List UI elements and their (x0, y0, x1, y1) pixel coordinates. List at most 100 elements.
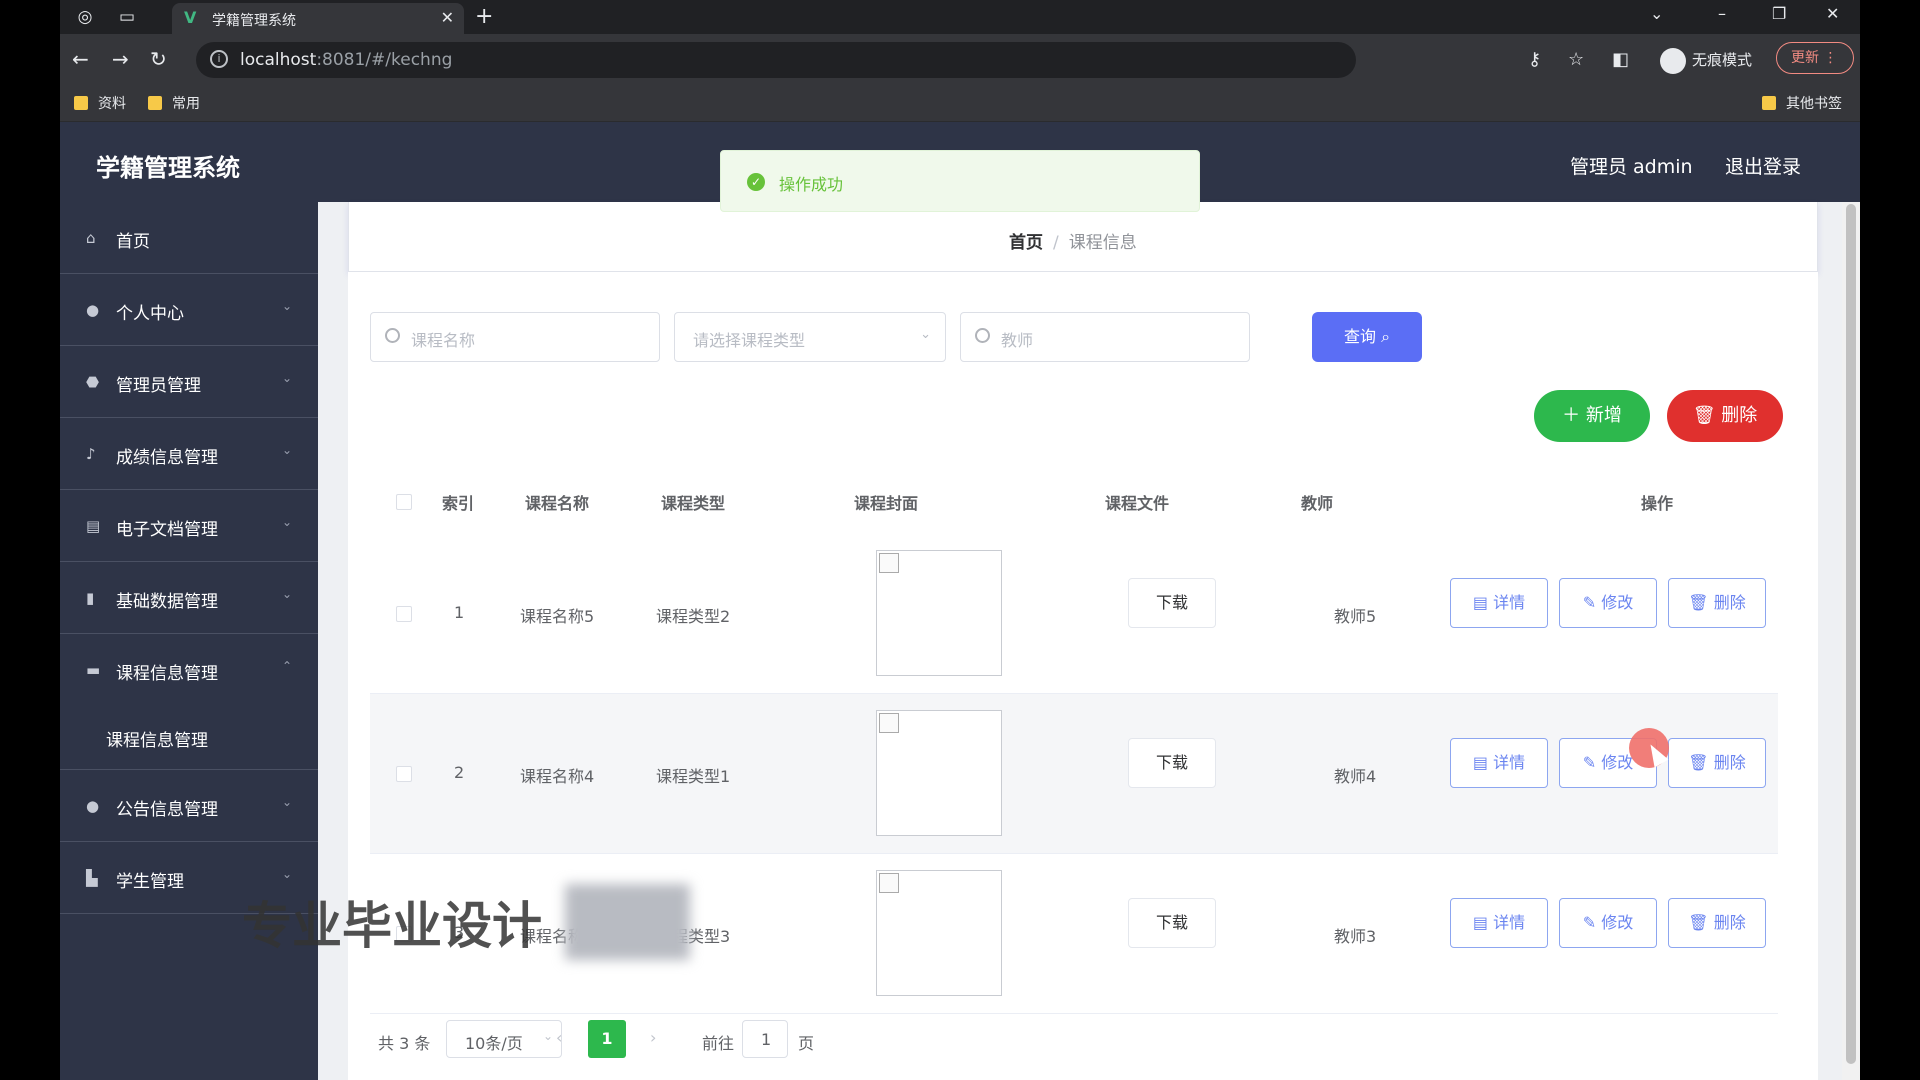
detail-label: 详情 (1493, 593, 1526, 612)
incognito-indicator[interactable]: 无痕模式 (1660, 42, 1752, 78)
query-button[interactable]: 查询 ⌕ (1312, 312, 1422, 362)
download-button[interactable]: 下载 (1128, 738, 1216, 788)
sidebar-item-courses[interactable]: ▬ 课程信息管理 ⌃ (60, 634, 318, 706)
user-icon: ● (86, 301, 100, 319)
back-icon[interactable]: ← (72, 47, 89, 71)
sidebar-item-personal-center[interactable]: ● 个人中心 ⌄ (60, 274, 318, 346)
other-bookmarks-label: 其他书签 (1786, 96, 1842, 112)
row-delete-label: 删除 (1713, 753, 1746, 772)
sidebar-item-base-data[interactable]: ▮ 基础数据管理 ⌄ (60, 562, 318, 634)
new-tab-icon[interactable]: + (475, 4, 493, 29)
logout-link[interactable]: 退出登录 (1725, 152, 1801, 179)
close-window-icon[interactable]: ✕ (1826, 4, 1839, 23)
header-index: 索引 (442, 494, 475, 513)
sidebar-item-home[interactable]: ⌂ 首页 (60, 202, 318, 274)
main-area: 首页 / 课程信息 课程名称 请选择课程类型 ⌄ 教师 查询 ⌕ ＋ 新增 🗑 删除… (318, 202, 1860, 1080)
add-button[interactable]: ＋ 新增 (1534, 390, 1650, 442)
trash-icon: 🗑 (1692, 405, 1716, 426)
search-icon (975, 328, 990, 343)
bookmark-folder-1[interactable]: 常用 (148, 94, 200, 114)
url-host: localhost (240, 50, 317, 70)
goto-label: 前往 (702, 1034, 735, 1053)
course-name-input[interactable]: 课程名称 (370, 312, 660, 362)
chevron-down-icon: ⌄ (281, 299, 292, 313)
browser-tab[interactable]: V 学籍管理系统 ✕ (172, 3, 464, 34)
detail-button[interactable]: ▤ 详情 (1450, 738, 1548, 788)
teacher-input[interactable]: 教师 (960, 312, 1250, 362)
row-checkbox[interactable] (396, 766, 412, 782)
bookmark-folder-0[interactable]: 资料 (74, 94, 126, 114)
delete-button[interactable]: 🗑 删除 (1668, 578, 1766, 628)
batch-delete-button[interactable]: 🗑 删除 (1667, 390, 1783, 442)
table-row: 1 课程名称5 课程类型2 下载 教师5 ▤ 详情 ✎ 修改 🗑 删除 (370, 534, 1778, 694)
course-cover-image (876, 710, 1002, 836)
delete-button[interactable]: 🗑 删除 (1668, 898, 1766, 948)
page-size-select[interactable]: 10条/页 ⌄ (446, 1020, 562, 1058)
sidebar-item-label: 个人中心 (116, 304, 184, 324)
breadcrumb-home[interactable]: 首页 (1009, 233, 1043, 253)
site-info-icon[interactable]: i (210, 50, 228, 68)
edit-label: 修改 (1601, 593, 1634, 612)
screen: ◎ ▭ V 学籍管理系统 ✕ + ⌄ – ❐ ✕ ← → ↻ i localho… (60, 0, 1860, 1080)
sidebar-item-grades[interactable]: ♪ 成绩信息管理 ⌄ (60, 418, 318, 490)
course-type-select[interactable]: 请选择课程类型 ⌄ (674, 312, 946, 362)
header-course-name: 课程名称 (525, 494, 590, 513)
user-icon: ● (86, 797, 100, 815)
header-course-type: 课程类型 (661, 494, 726, 513)
key-icon[interactable]: ⚷ (1528, 49, 1541, 70)
cell-teacher: 教师3 (1334, 927, 1377, 946)
close-tab-icon[interactable]: ✕ (441, 8, 454, 27)
other-bookmarks[interactable]: 其他书签 (1762, 94, 1842, 114)
extension-icon[interactable]: ◎ (74, 6, 96, 28)
header-teacher: 教师 (1301, 494, 1334, 513)
goto-page-input[interactable]: 1 (742, 1020, 788, 1058)
course-cover-image (876, 550, 1002, 676)
cell-course-type: 课程类型2 (656, 607, 731, 626)
update-button[interactable]: 更新 ⋮ (1776, 42, 1854, 74)
star-icon[interactable]: ☆ (1568, 49, 1584, 70)
select-all-checkbox[interactable] (396, 494, 412, 510)
address-toolbar: ← → ↻ i localhost:8081/#/kechng ⚷ ☆ ◧ 无痕… (60, 34, 1860, 86)
update-label: 更新 (1791, 50, 1819, 66)
delete-button[interactable]: 🗑 删除 (1668, 738, 1766, 788)
prev-page-icon[interactable]: ‹ (556, 1028, 562, 1047)
tab-search-icon[interactable]: ▭ (116, 6, 138, 28)
detail-button[interactable]: ▤ 详情 (1450, 898, 1548, 948)
restore-icon[interactable]: ❐ (1772, 4, 1786, 23)
download-button[interactable]: 下载 (1128, 898, 1216, 948)
scrollbar-thumb[interactable] (1846, 204, 1856, 1064)
page-scrollbar[interactable] (1842, 202, 1860, 1080)
edit-button[interactable]: ✎ 修改 (1559, 898, 1657, 948)
next-page-icon[interactable]: › (650, 1028, 656, 1047)
sidebar-subitem-course-info[interactable]: 课程信息管理 (60, 706, 318, 770)
edit-button[interactable]: ✎ 修改 (1559, 578, 1657, 628)
breadcrumb: 首页 / 课程信息 (1009, 233, 1137, 253)
header-cover: 课程封面 (854, 494, 919, 513)
app-title: 学籍管理系统 (96, 154, 240, 182)
sidebar-item-label: 公告信息管理 (116, 800, 218, 820)
sidebar-item-admin-management[interactable]: ⬣ 管理员管理 ⌄ (60, 346, 318, 418)
document-icon: ▤ (86, 517, 101, 535)
forward-icon[interactable]: → (112, 47, 129, 71)
delete-label: 删除 (1721, 405, 1758, 426)
sidebar-item-label: 管理员管理 (116, 376, 201, 396)
folder-icon (74, 96, 88, 110)
url-field[interactable]: i localhost:8081/#/kechng (196, 42, 1356, 78)
row-checkbox[interactable] (396, 606, 412, 622)
chevron-down-icon[interactable]: ⌄ (1650, 4, 1663, 23)
page-number-current[interactable]: 1 (588, 1020, 626, 1058)
side-panel-icon[interactable]: ◧ (1612, 49, 1629, 70)
detail-button[interactable]: ▤ 详情 (1450, 578, 1548, 628)
chevron-down-icon: ⌄ (281, 867, 292, 881)
bar-chart-icon: ▮ (86, 589, 95, 607)
detail-label: 详情 (1493, 913, 1526, 932)
reload-icon[interactable]: ↻ (150, 47, 167, 71)
url-path: :8081/#/kechng (316, 50, 453, 70)
sidebar-item-notices[interactable]: ● 公告信息管理 ⌄ (60, 770, 318, 842)
minimize-icon[interactable]: – (1718, 4, 1726, 23)
incognito-label: 无痕模式 (1692, 51, 1753, 69)
query-label: 查询 (1343, 327, 1376, 346)
folder-icon (148, 96, 162, 110)
sidebar-item-documents[interactable]: ▤ 电子文档管理 ⌄ (60, 490, 318, 562)
download-button[interactable]: 下载 (1128, 578, 1216, 628)
